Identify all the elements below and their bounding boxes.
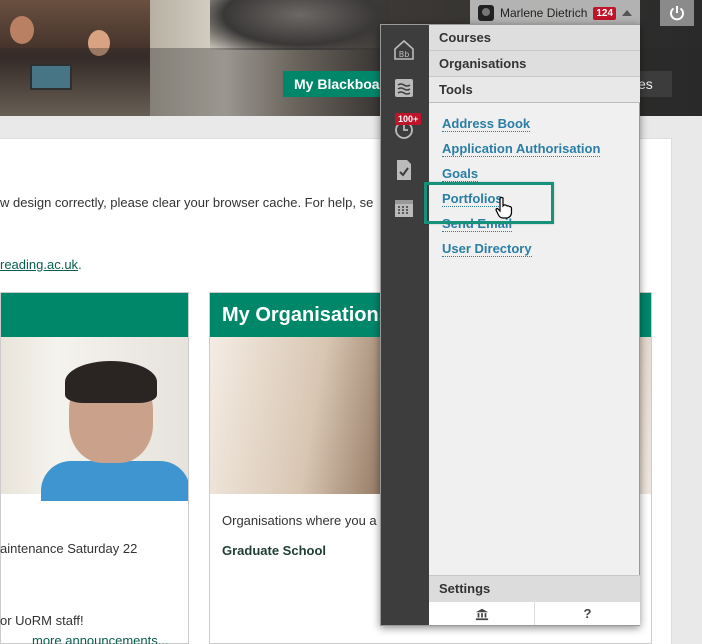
- stream-button[interactable]: [391, 75, 417, 101]
- image-hair: [65, 361, 157, 403]
- grades-icon: [397, 160, 411, 180]
- highlight-box: [424, 182, 554, 224]
- institution-icon: [475, 608, 488, 620]
- avatar: [478, 5, 494, 21]
- organisation-item[interactable]: Graduate School: [222, 543, 326, 558]
- power-icon: [670, 6, 684, 21]
- user-menu[interactable]: Marlene Dietrich 124: [470, 0, 641, 26]
- announcements-module: [0, 292, 189, 644]
- calendar-icon: [395, 200, 413, 217]
- image-shirt: [41, 461, 188, 501]
- grades-button[interactable]: [391, 157, 417, 183]
- more-announcements-link[interactable]: more announcements...: [32, 633, 169, 644]
- section-settings[interactable]: Settings: [429, 575, 640, 601]
- user-name: Marlene Dietrich: [500, 6, 588, 20]
- tool-goals[interactable]: Goals: [442, 166, 479, 182]
- stream-icon: [395, 79, 413, 97]
- home-icon: Bb: [394, 39, 414, 60]
- notice-text: w design correctly, please clear your br…: [0, 195, 374, 210]
- banner-blur-photo: [210, 0, 390, 50]
- caret-up-icon: [622, 10, 633, 16]
- section-courses[interactable]: Courses: [429, 25, 640, 51]
- tab-my-blackboard[interactable]: My Blackboard: [283, 71, 393, 97]
- svg-text:Bb: Bb: [399, 50, 410, 59]
- announcement-text-2: or UoRM staff!: [0, 613, 84, 628]
- history-badge: 100+: [395, 113, 422, 125]
- announcements-image: [1, 337, 188, 501]
- dropdown-footer: ?: [429, 601, 640, 625]
- tools-dropdown: Bb 100+ Courses Organisations Tools Addr…: [380, 24, 640, 626]
- list-item: Application Authorisation: [442, 136, 640, 161]
- section-tools[interactable]: Tools: [429, 77, 640, 103]
- email-link-text[interactable]: reading.ac.uk: [0, 257, 78, 272]
- icon-rail: Bb 100+: [381, 25, 429, 625]
- announcement-text-1: aintenance Saturday 22: [0, 541, 138, 556]
- tool-address-book[interactable]: Address Book: [442, 116, 531, 132]
- announcements-header: [1, 293, 188, 337]
- institution-button[interactable]: [429, 602, 534, 625]
- hand-cursor-icon: [495, 196, 513, 219]
- banner-person-1: [10, 16, 34, 44]
- organisations-desc: Organisations where you a: [222, 513, 377, 528]
- calendar-button[interactable]: [391, 195, 417, 221]
- email-link[interactable]: reading.ac.uk.: [0, 257, 82, 272]
- list-item: Address Book: [442, 111, 640, 136]
- list-item: User Directory: [442, 236, 640, 261]
- help-button[interactable]: ?: [534, 602, 640, 625]
- tool-user-directory[interactable]: User Directory: [442, 241, 532, 257]
- section-organisations[interactable]: Organisations: [429, 51, 640, 77]
- email-suffix: .: [78, 257, 82, 272]
- notification-badge: 124: [593, 6, 617, 20]
- dropdown-panel: Courses Organisations Tools Address Book…: [429, 25, 640, 625]
- logout-button[interactable]: [660, 0, 694, 26]
- tool-application-authorisation[interactable]: Application Authorisation: [442, 141, 601, 157]
- home-button[interactable]: Bb: [391, 37, 417, 63]
